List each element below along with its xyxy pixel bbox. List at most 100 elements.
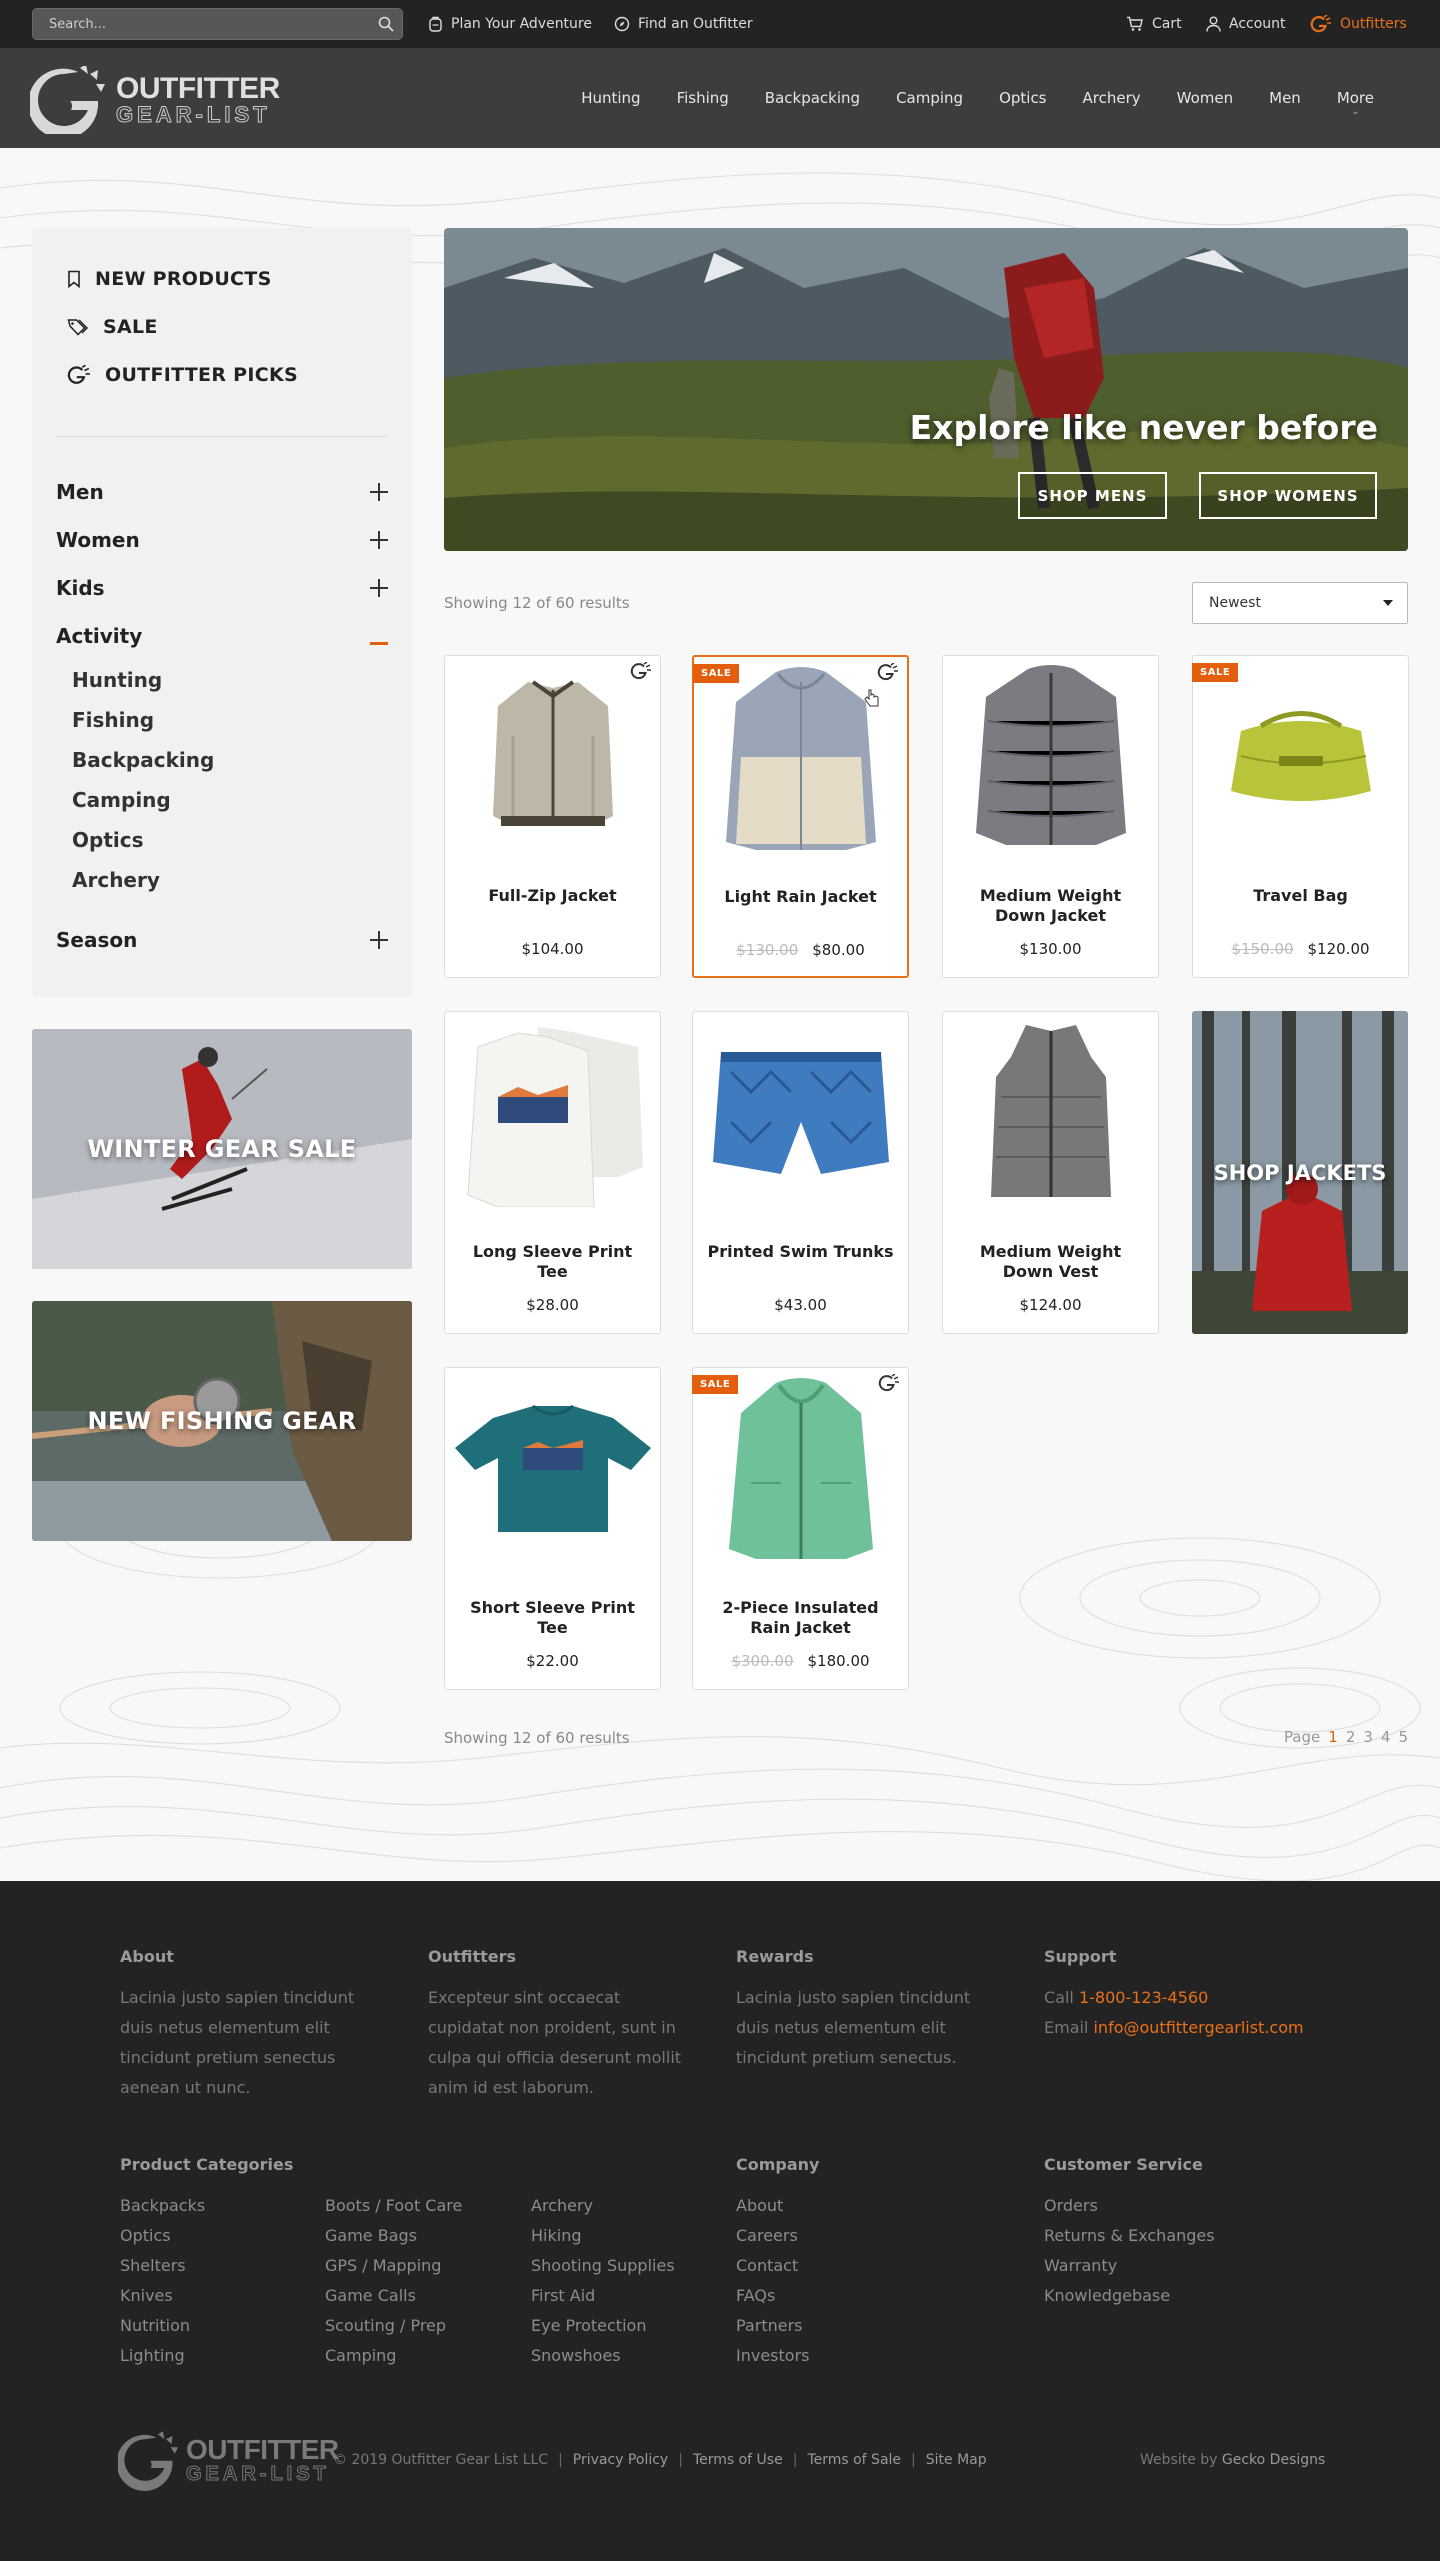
site-map-link[interactable]: Site Map (926, 2452, 987, 2468)
winter-gear-sale-tile[interactable]: WINTER GEAR SALE (32, 1029, 412, 1269)
sidebar-cat-activity[interactable]: Activity (56, 622, 388, 650)
footer-cat-link[interactable]: Backpacks (120, 2196, 205, 2215)
sidebar-sale[interactable]: SALE (67, 316, 158, 338)
new-fishing-gear-tile[interactable]: NEW FISHING GEAR (32, 1301, 412, 1541)
footer-company-link[interactable]: FAQs (736, 2286, 775, 2305)
nav-camping[interactable]: Camping (878, 89, 981, 107)
footer-cs-link[interactable]: Returns & Exchanges (1044, 2226, 1215, 2245)
footer-company-link[interactable]: Contact (736, 2256, 798, 2275)
email-link[interactable]: info@outfittergearlist.com (1093, 2018, 1303, 2037)
search-icon[interactable] (378, 16, 394, 36)
account-link[interactable]: Account (1206, 14, 1286, 34)
page-1-link[interactable]: 1 (1328, 1728, 1338, 1746)
sidebar-cat-kids-label: Kids (56, 576, 105, 600)
outfitter-pick-icon[interactable] (877, 662, 899, 685)
nav-women[interactable]: Women (1159, 89, 1251, 107)
privacy-policy-link[interactable]: Privacy Policy (573, 2452, 668, 2468)
footer-cat-link[interactable]: GPS / Mapping (325, 2256, 441, 2275)
search-input[interactable] (33, 9, 363, 39)
footer-cat-link[interactable]: Lighting (120, 2346, 185, 2365)
footer-cat-link[interactable]: Boots / Foot Care (325, 2196, 462, 2215)
phone-link[interactable]: 1-800-123-4560 (1079, 1988, 1208, 2007)
nav-archery[interactable]: Archery (1065, 89, 1159, 107)
footer-company-link[interactable]: About (736, 2196, 783, 2215)
footer-cat-link[interactable]: Shooting Supplies (531, 2256, 675, 2275)
footer-company-link[interactable]: Investors (736, 2346, 809, 2365)
sidebar-sub-archery[interactable]: Archery (72, 868, 160, 892)
footer-cat-link[interactable]: First Aid (531, 2286, 595, 2305)
outfitter-logo-icon (1310, 15, 1331, 33)
shop-womens-button[interactable]: SHOP WOMENS (1199, 472, 1377, 519)
sidebar-new-products[interactable]: NEW PRODUCTS (67, 268, 272, 290)
find-outfitter-link[interactable]: Find an Outfitter (614, 14, 753, 34)
outfitters-link[interactable]: Outfitters (1310, 14, 1407, 34)
sidebar-sub-hunting[interactable]: Hunting (72, 668, 162, 692)
expand-plus-icon[interactable] (370, 931, 388, 949)
nav-optics[interactable]: Optics (981, 89, 1064, 107)
product-card[interactable]: SALE Light Rain Jacket $130.00 $80.00 (692, 655, 909, 978)
sidebar-cat-women[interactable]: Women (56, 526, 388, 554)
footer-company-link[interactable]: Partners (736, 2316, 802, 2335)
plan-adventure-link[interactable]: Plan Your Adventure (428, 14, 592, 34)
footer-cat-link[interactable]: Shelters (120, 2256, 186, 2275)
product-card[interactable]: Full-Zip Jacket $104.00 (444, 655, 661, 978)
sort-select[interactable]: Newest (1192, 582, 1408, 624)
page-5-link[interactable]: 5 (1398, 1728, 1408, 1746)
expand-plus-icon[interactable] (370, 579, 388, 597)
footer-cat-link[interactable]: Scouting / Prep (325, 2316, 446, 2335)
page-2-link[interactable]: 2 (1346, 1728, 1356, 1746)
footer-logo[interactable]: OUTFITTER GEAR-LIST (118, 2428, 339, 2492)
site-logo[interactable]: OUTFITTER GEAR-LIST (30, 66, 280, 134)
nav-hunting[interactable]: Hunting (563, 89, 658, 107)
footer-cat-link[interactable]: Optics (120, 2226, 171, 2245)
product-card[interactable]: Long Sleeve Print Tee $28.00 (444, 1011, 661, 1334)
nav-fishing[interactable]: Fishing (659, 89, 747, 107)
cart-link[interactable]: Cart (1126, 14, 1182, 34)
compass-icon (614, 16, 630, 32)
outfitter-pick-icon[interactable] (878, 1373, 900, 1396)
expand-plus-icon[interactable] (370, 531, 388, 549)
footer-cat-link[interactable]: Snowshoes (531, 2346, 621, 2365)
nav-backpacking[interactable]: Backpacking (747, 89, 878, 107)
product-card[interactable]: Short Sleeve Print Tee $22.00 (444, 1367, 661, 1690)
outfitter-pick-icon[interactable] (630, 661, 652, 684)
sidebar-sub-fishing[interactable]: Fishing (72, 708, 154, 732)
footer-cat-link[interactable]: Archery (531, 2196, 593, 2215)
shop-mens-button[interactable]: SHOP MENS (1018, 472, 1167, 519)
page-3-link[interactable]: 3 (1363, 1728, 1373, 1746)
sidebar-cat-kids[interactable]: Kids (56, 574, 388, 602)
terms-of-sale-link[interactable]: Terms of Sale (807, 2452, 901, 2468)
footer-cs-link[interactable]: Orders (1044, 2196, 1098, 2215)
product-card[interactable]: Medium Weight Down Jacket $130.00 (942, 655, 1159, 978)
expand-plus-icon[interactable] (370, 483, 388, 501)
footer-cat-link[interactable]: Hiking (531, 2226, 581, 2245)
sidebar-sub-backpacking[interactable]: Backpacking (72, 748, 214, 772)
sidebar-outfitter-picks[interactable]: OUTFITTER PICKS (67, 364, 298, 386)
footer-cat-link[interactable]: Nutrition (120, 2316, 190, 2335)
terms-of-use-link[interactable]: Terms of Use (693, 2452, 783, 2468)
sidebar-sub-optics[interactable]: Optics (72, 828, 144, 852)
sidebar-sub-camping[interactable]: Camping (72, 788, 171, 812)
nav-more[interactable]: More ⌄ (1319, 89, 1392, 117)
product-card[interactable]: Medium Weight Down Vest $124.00 (942, 1011, 1159, 1334)
designer-link[interactable]: Gecko Designs (1222, 2452, 1325, 2468)
shop-jackets-tile[interactable]: SHOP JACKETS (1192, 1011, 1408, 1334)
hero-title: Explore like never before (909, 408, 1378, 447)
product-card[interactable]: SALE Travel Bag $150.00 $120.00 (1192, 655, 1409, 978)
sidebar-cat-season[interactable]: Season (56, 926, 388, 954)
product-card[interactable]: Printed Swim Trunks $43.00 (692, 1011, 909, 1334)
footer-cat-link[interactable]: Knives (120, 2286, 173, 2305)
collapse-minus-icon[interactable] (370, 641, 388, 645)
footer-cs-link[interactable]: Knowledgebase (1044, 2286, 1170, 2305)
page-4-link[interactable]: 4 (1381, 1728, 1391, 1746)
product-card[interactable]: SALE 2-Piece Insulated Rain Jacket $300.… (692, 1367, 909, 1690)
footer-cat-link[interactable]: Game Calls (325, 2286, 416, 2305)
nav-men[interactable]: Men (1251, 89, 1319, 107)
sidebar-cat-men[interactable]: Men (56, 478, 388, 506)
product-current-price: $28.00 (526, 1296, 579, 1314)
footer-cat-link[interactable]: Camping (325, 2346, 396, 2365)
footer-cs-link[interactable]: Warranty (1044, 2256, 1117, 2275)
footer-company-link[interactable]: Careers (736, 2226, 798, 2245)
footer-cat-link[interactable]: Eye Protection (531, 2316, 646, 2335)
footer-cat-link[interactable]: Game Bags (325, 2226, 417, 2245)
